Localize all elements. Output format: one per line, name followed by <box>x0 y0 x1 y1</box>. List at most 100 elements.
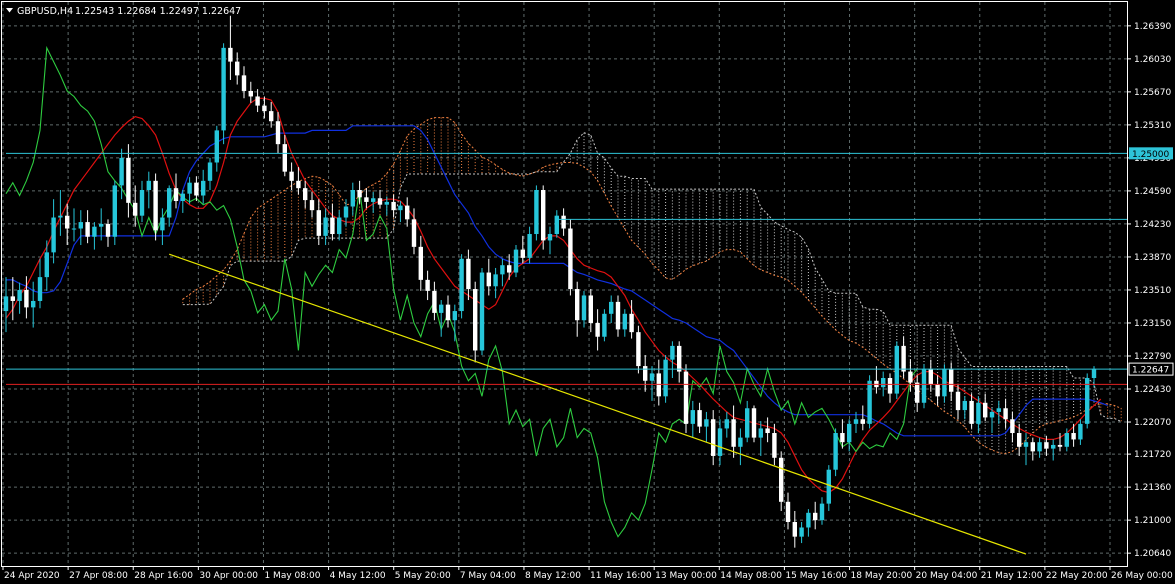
candle-body <box>330 217 335 235</box>
candle-body <box>418 246 423 280</box>
candle-body <box>847 423 852 443</box>
candle-body <box>1064 433 1069 447</box>
candle-body <box>928 368 933 385</box>
candle-body <box>772 433 777 458</box>
x-tick-label: 8 May 12:00 <box>525 571 581 581</box>
y-tick-label: 1.22790 <box>1134 352 1171 362</box>
candle-body <box>894 345 899 394</box>
candle-body <box>826 469 831 504</box>
candle-body <box>58 215 63 218</box>
candle-body <box>955 391 961 411</box>
candle-body <box>153 180 158 231</box>
chart-background <box>0 0 1175 584</box>
candle-body <box>867 380 872 424</box>
candle-body <box>500 265 505 275</box>
candle-body <box>819 503 825 521</box>
candle-body <box>779 457 784 502</box>
candle-body <box>24 289 29 308</box>
candle-body <box>473 289 478 351</box>
candle-body <box>636 332 641 367</box>
candle-body <box>105 223 111 237</box>
candle-body <box>3 296 9 312</box>
candle-body <box>296 180 301 189</box>
candle-body <box>711 419 716 456</box>
candle-body <box>622 313 627 330</box>
candle-body <box>17 289 22 301</box>
candle-body <box>133 202 138 216</box>
x-tick-label: 4 May 12:00 <box>330 571 386 581</box>
candle-body <box>180 193 185 202</box>
candle-body <box>976 402 981 424</box>
candle-body <box>813 512 818 521</box>
candle-body <box>860 419 865 424</box>
candle-body <box>452 311 457 321</box>
candle-body <box>833 433 838 470</box>
price-chart[interactable]: 1.263901.260301.256701.253101.249501.245… <box>0 0 1175 584</box>
x-tick-label: 18 May 20:00 <box>851 571 913 581</box>
x-tick-label: 13 May 00:00 <box>655 571 717 581</box>
symbol-label: GBPUSD,H4 <box>17 6 73 17</box>
candle-body <box>1010 419 1015 434</box>
candle-body <box>751 408 757 438</box>
candle-body <box>568 228 573 290</box>
candle-body <box>241 75 247 91</box>
candle-body <box>44 252 49 278</box>
candle-body <box>1003 408 1008 420</box>
y-tick-label: 1.21360 <box>1134 483 1171 493</box>
candle-body <box>65 215 70 229</box>
candle-body <box>1037 442 1042 452</box>
candle-body <box>881 378 886 388</box>
candle-body <box>806 512 811 528</box>
y-tick-label: 1.25670 <box>1134 88 1171 98</box>
candle-body <box>486 272 491 287</box>
candle-body <box>1023 442 1029 447</box>
candle-body <box>432 290 437 313</box>
candle-body <box>269 111 274 122</box>
candle-body <box>1051 444 1056 449</box>
candle-body <box>466 258 471 290</box>
candle-body <box>337 217 342 235</box>
candle-body <box>1057 444 1063 447</box>
candle-body <box>85 222 90 237</box>
candle-body <box>704 419 709 427</box>
candle-body <box>316 210 321 236</box>
candle-body <box>1017 433 1022 447</box>
y-tick-label: 1.23510 <box>1134 286 1171 296</box>
candle-body <box>167 188 172 218</box>
candle-body <box>983 402 988 418</box>
candle-body <box>357 190 362 198</box>
candle-body <box>534 190 539 235</box>
x-tick-label: 15 May 16:00 <box>785 571 847 581</box>
candle-body <box>99 223 104 227</box>
candle-body <box>187 182 192 194</box>
candle-body <box>343 206 349 218</box>
chart-header: GBPUSD,H4 1.22543 1.22684 1.22497 1.2264… <box>6 6 241 17</box>
candle-body <box>1091 368 1097 378</box>
candle-body <box>649 373 655 381</box>
y-tick-label: 1.26390 <box>1134 22 1171 32</box>
candle-body <box>683 371 689 424</box>
x-tick-label: 30 Apr 00:00 <box>199 571 258 581</box>
candle-body <box>697 410 702 427</box>
candle-body <box>194 182 199 196</box>
candle-body <box>588 295 593 323</box>
candle-body <box>112 185 117 237</box>
candle-body <box>520 249 525 258</box>
candle-body <box>377 198 383 205</box>
candle-body <box>996 408 1001 412</box>
candle-body <box>527 234 532 258</box>
y-tick-label: 1.21720 <box>1134 450 1171 460</box>
candle-body <box>160 217 165 231</box>
candle-body <box>71 228 77 230</box>
candle-body <box>989 411 995 418</box>
candle-body <box>554 215 559 235</box>
candle-body <box>663 359 668 397</box>
candle-body <box>541 190 546 241</box>
candle-body <box>201 180 206 196</box>
candle-body <box>507 265 512 273</box>
candle-body <box>1030 442 1035 452</box>
candle-body <box>765 428 770 434</box>
candle-body <box>962 400 967 411</box>
candle-body <box>92 226 97 237</box>
x-tick-label: 11 May 16:00 <box>590 571 652 581</box>
